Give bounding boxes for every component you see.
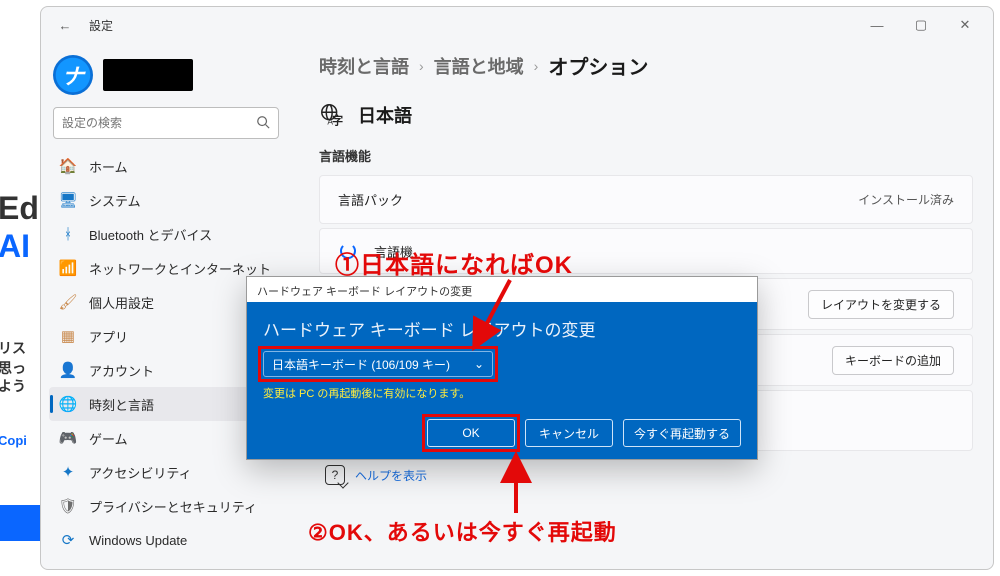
- chevron-down-icon: ⌄: [474, 357, 484, 371]
- maximize-button[interactable]: ▢: [899, 9, 943, 41]
- card-title: 言語機: [374, 242, 413, 261]
- search-input[interactable]: [62, 116, 256, 130]
- dialog-actions: OK キャンセル 今すぐ再起動する: [263, 419, 741, 447]
- layout-dropdown[interactable]: 日本語キーボード (106/109 キー) ⌄: [263, 351, 493, 377]
- restart-note: 変更は PC の再起動後に有効になります。: [263, 385, 741, 401]
- svg-text:字: 字: [332, 113, 343, 127]
- sidebar-item-1[interactable]: 🖥 システム: [49, 183, 283, 217]
- window-title: 設定: [89, 17, 113, 34]
- nav-icon: 🖥: [59, 191, 77, 209]
- profile-name-redacted: [103, 59, 193, 91]
- window-controls: — ▢ ✕: [855, 9, 987, 41]
- nav-icon: 🌐: [59, 395, 77, 413]
- nav-label: 時刻と言語: [89, 395, 154, 414]
- loading-icon: [338, 241, 358, 261]
- sidebar-item-9[interactable]: ✦ アクセシビリティ: [49, 455, 283, 489]
- titlebar: ← 設定 — ▢ ✕: [41, 7, 993, 43]
- nav-icon: 🛡: [59, 497, 77, 515]
- chevron-right-icon: ›: [419, 58, 424, 74]
- nav-icon: 🏠: [59, 157, 77, 175]
- breadcrumb-item[interactable]: 言語と地域: [434, 53, 524, 79]
- chevron-right-icon: ›: [534, 58, 539, 74]
- nav-label: 個人用設定: [89, 293, 154, 312]
- dialog-heading: ハードウェア キーボード レイアウトの変更: [263, 316, 741, 341]
- nav-label: Bluetooth とデバイス: [89, 225, 212, 244]
- svg-text:A: A: [327, 116, 333, 126]
- nav-icon: ▦: [59, 327, 77, 345]
- close-button[interactable]: ✕: [943, 9, 987, 41]
- dropdown-selected: 日本語キーボード (106/109 キー): [272, 356, 450, 373]
- breadcrumb: 時刻と言語 › 言語と地域 › オプション: [319, 49, 973, 80]
- add-keyboard-button[interactable]: キーボードの追加: [832, 346, 954, 375]
- help-row: ? ヘルプを表示: [319, 455, 973, 495]
- minimize-button[interactable]: —: [855, 9, 899, 41]
- nav-icon: 🖌: [59, 293, 77, 311]
- nav-label: プライバシーとセキュリティ: [89, 497, 257, 516]
- card-status: インストール済み: [858, 191, 954, 208]
- card-language-pack[interactable]: 言語パック インストール済み: [319, 175, 973, 224]
- change-layout-button[interactable]: レイアウトを変更する: [808, 290, 954, 319]
- nav-icon: ✦: [59, 463, 77, 481]
- page-title-row: 字 A 日本語: [319, 102, 973, 128]
- dialog-frame-title: ハードウェア キーボード レイアウトの変更: [247, 277, 757, 302]
- cancel-button[interactable]: キャンセル: [525, 419, 613, 447]
- sidebar-item-11[interactable]: ⟳ Windows Update: [49, 523, 283, 557]
- search-icon: [256, 115, 270, 132]
- nav-icon: 📶: [59, 259, 77, 277]
- section-heading: 言語機能: [319, 146, 973, 165]
- sidebar-item-2[interactable]: ᚼ Bluetooth とデバイス: [49, 217, 283, 251]
- nav-label: ネットワークとインターネット: [89, 259, 271, 278]
- nav-label: システム: [89, 191, 141, 210]
- nav-icon: 👤: [59, 361, 77, 379]
- nav-label: ホーム: [89, 157, 128, 176]
- search-box[interactable]: [53, 107, 279, 139]
- avatar: ナ: [53, 55, 93, 95]
- nav-icon: ⟳: [59, 531, 77, 549]
- nav-label: アクセシビリティ: [89, 463, 192, 482]
- nav-label: アプリ: [89, 327, 128, 346]
- nav-label: Windows Update: [89, 533, 187, 548]
- arrow-left-icon: ←: [59, 18, 72, 33]
- nav-label: ゲーム: [89, 429, 128, 448]
- help-icon: ?: [325, 465, 345, 485]
- page-title: 日本語: [358, 102, 412, 128]
- globe-language-icon: 字 A: [319, 102, 345, 128]
- ok-button-highlight: OK: [427, 419, 515, 447]
- profile-block[interactable]: ナ: [49, 51, 283, 107]
- card-title: 言語パック: [338, 190, 403, 209]
- restart-now-button[interactable]: 今すぐ再起動する: [623, 419, 741, 447]
- background-artifact: Ed AI リス 思っ よう Copi: [0, 0, 40, 576]
- breadcrumb-current: オプション: [548, 51, 648, 80]
- ok-button[interactable]: OK: [427, 419, 515, 447]
- nav-icon: ᚼ: [59, 225, 77, 243]
- breadcrumb-item[interactable]: 時刻と言語: [319, 53, 409, 79]
- nav-label: アカウント: [89, 361, 154, 380]
- nav-icon: 🎮: [59, 429, 77, 447]
- keyboard-layout-dialog: ハードウェア キーボード レイアウトの変更 ハードウェア キーボード レイアウト…: [246, 276, 758, 460]
- help-link[interactable]: ヘルプを表示: [355, 467, 427, 484]
- card-voice[interactable]: 言語機: [319, 228, 973, 274]
- sidebar-item-10[interactable]: 🛡 プライバシーとセキュリティ: [49, 489, 283, 523]
- back-button[interactable]: ←: [55, 15, 75, 35]
- layout-dropdown-highlight: 日本語キーボード (106/109 キー) ⌄: [263, 351, 493, 377]
- sidebar-item-0[interactable]: 🏠 ホーム: [49, 149, 283, 183]
